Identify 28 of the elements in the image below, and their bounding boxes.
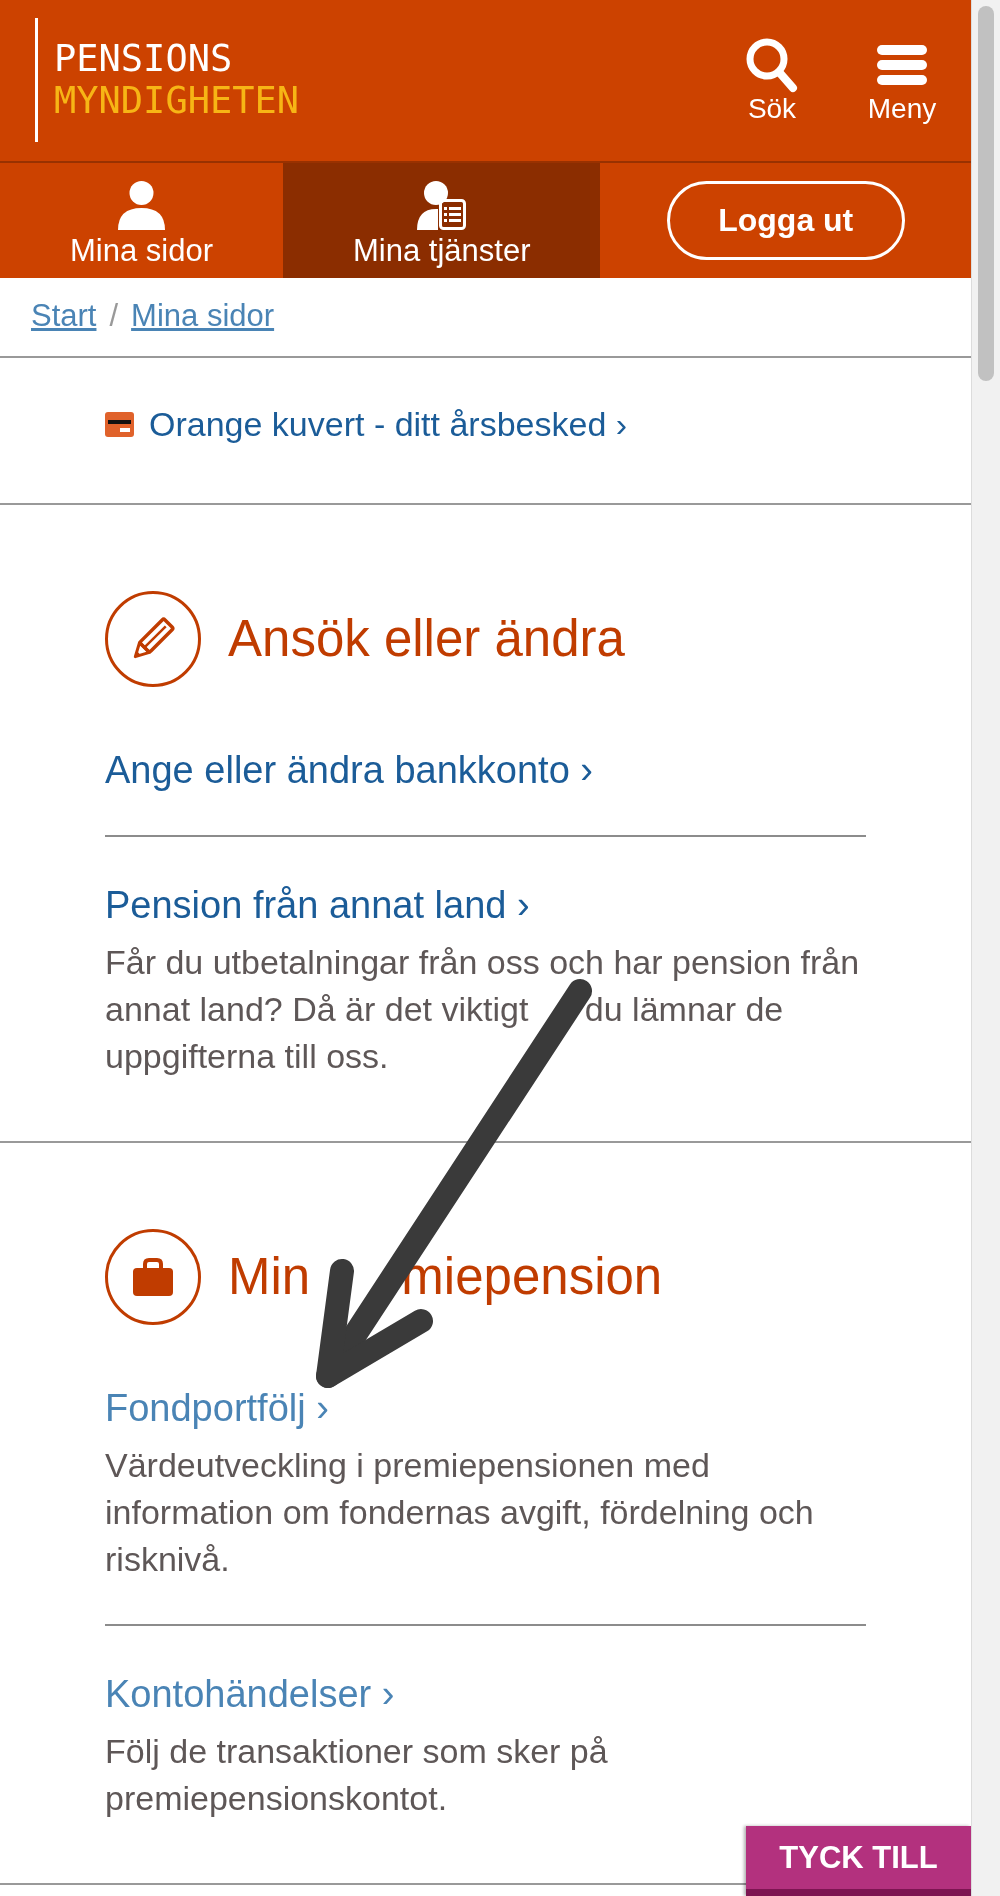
- menu-icon: [877, 45, 927, 85]
- link-description: Får du utbetalningar från oss och har pension från annat land? Då är det viktigt du lämnar de uppgifterna till oss.: [105, 942, 861, 1077]
- nav-tab[interactable]: Mina sidor: [0, 163, 283, 278]
- link-description: Värdeutveckling i premiepensionen med information om fondernas avgift, fördelning och risknivå.: [105, 1445, 815, 1580]
- service-link[interactable]: Fondportfölj ›: [105, 1384, 329, 1432]
- section-heading: Min miepension: [228, 1247, 663, 1307]
- briefcase-icon: [105, 1229, 201, 1325]
- logout-button[interactable]: Logga ut: [666, 181, 905, 260]
- nav-tab[interactable]: Mina tjänster: [283, 163, 601, 278]
- notice-link[interactable]: Orange kuvert - ditt årsbesked ›: [149, 404, 628, 444]
- breadcrumb-separator: /: [109, 298, 119, 335]
- breadcrumb-link[interactable]: Mina sidor: [131, 298, 275, 356]
- link-description: Följ de transaktioner som sker på premiepensionskontot.: [105, 1731, 609, 1819]
- menu-button[interactable]: Meny: [862, 36, 942, 124]
- person-document-icon: [417, 181, 467, 230]
- service-link[interactable]: Kontohändelser ›: [105, 1670, 395, 1718]
- service-link[interactable]: Pension från annat land ›: [105, 881, 530, 929]
- feedback-button[interactable]: TYCK TILL: [746, 1826, 971, 1896]
- logo-link[interactable]: PENSIONS MYNDIGHETEN: [35, 18, 300, 142]
- person-icon: [117, 181, 166, 230]
- search-icon: [746, 37, 798, 93]
- scrollbar-thumb[interactable]: [978, 6, 994, 381]
- pencil-icon: [105, 591, 201, 687]
- card-icon: [105, 411, 134, 437]
- search-button[interactable]: Sök: [732, 36, 812, 124]
- section-heading: Ansök eller ändra: [228, 609, 625, 669]
- breadcrumb-link[interactable]: Start: [31, 298, 97, 356]
- service-link[interactable]: Ange eller ändra bankkonto ›: [105, 746, 593, 794]
